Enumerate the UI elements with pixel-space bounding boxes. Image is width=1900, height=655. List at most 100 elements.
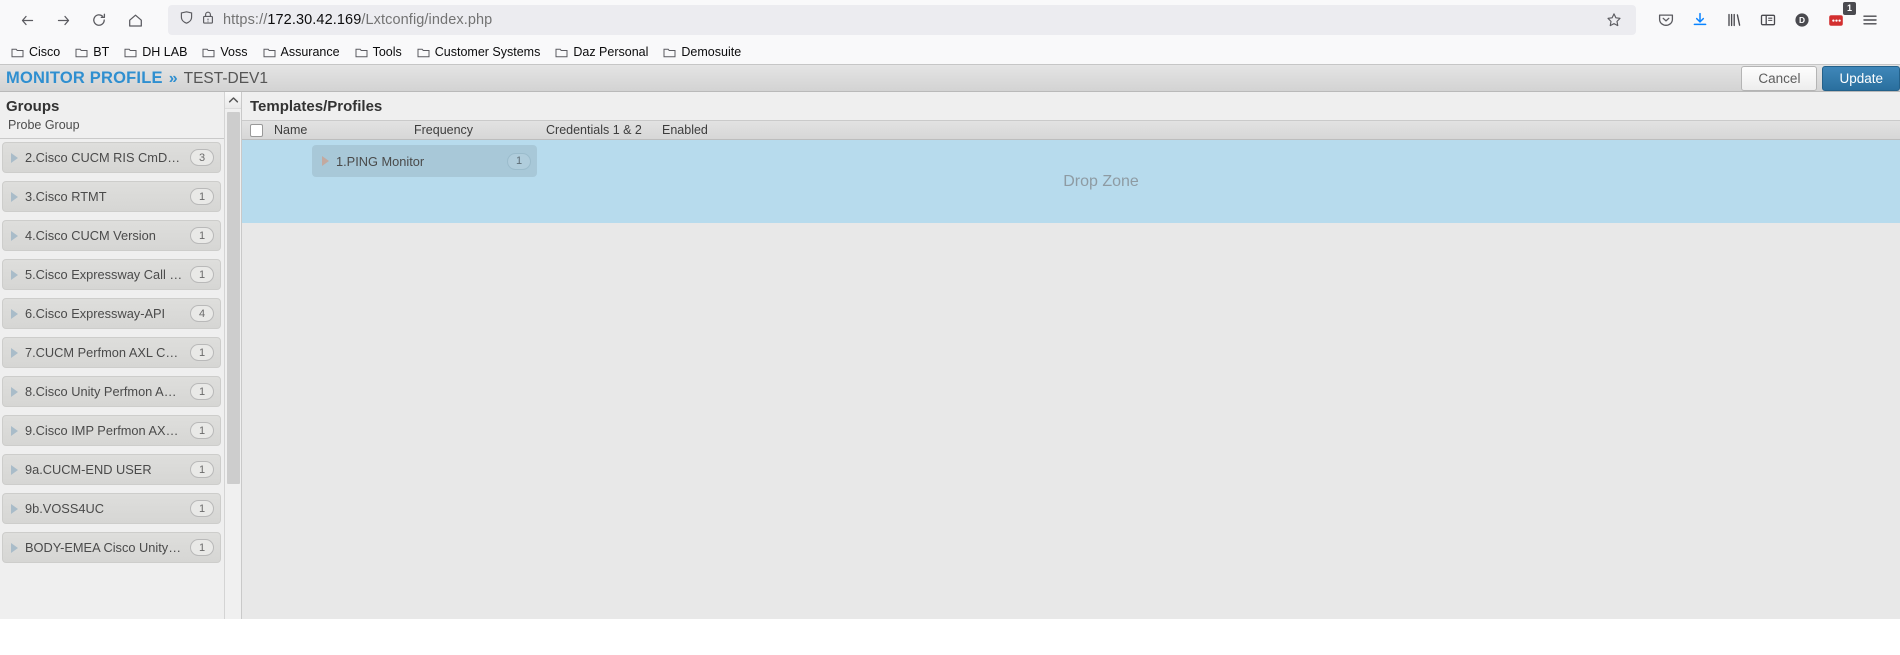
update-button[interactable]: Update	[1822, 66, 1900, 91]
panel-empty-area	[242, 223, 1900, 619]
bookmark-label: Demosuite	[681, 45, 741, 59]
breadcrumb-root-link[interactable]: MONITOR PROFILE	[6, 69, 163, 88]
probe-group-item[interactable]: 7.CUCM Perfmon AXL Counters1	[2, 337, 221, 368]
bookmark-item[interactable]: Cisco	[4, 43, 67, 61]
column-header-enabled[interactable]: Enabled	[662, 123, 762, 137]
probe-group-item[interactable]: 6.Cisco Expressway-API4	[2, 298, 221, 329]
reload-icon[interactable]	[82, 4, 116, 36]
sidebars-icon[interactable]	[1752, 4, 1784, 36]
folder-icon	[124, 47, 137, 58]
probe-group-label: 3.Cisco RTMT	[25, 189, 184, 204]
lock-warning-icon[interactable]	[201, 10, 215, 30]
probe-group-count-badge: 1	[190, 188, 214, 205]
bookmark-item[interactable]: Voss	[195, 43, 254, 61]
probe-group-item[interactable]: 8.Cisco Unity Perfmon AXL Count... 1	[2, 376, 221, 407]
probe-group-label: 8.Cisco Unity Perfmon AXL Count...	[25, 384, 184, 399]
scroll-up-icon[interactable]	[225, 92, 241, 109]
sidebar-scrollbar[interactable]	[224, 92, 241, 619]
home-icon[interactable]	[118, 4, 152, 36]
probe-group-count-badge: 1	[190, 539, 214, 556]
forward-icon[interactable]	[46, 4, 80, 36]
expand-triangle-icon[interactable]	[11, 153, 18, 163]
profile-card-count-badge: 1	[507, 153, 531, 170]
bookmark-item[interactable]: Tools	[348, 43, 409, 61]
expand-triangle-icon[interactable]	[11, 309, 18, 319]
extension-icon[interactable]: 1	[1820, 4, 1852, 36]
select-all-checkbox[interactable]	[250, 124, 263, 137]
probe-group-item[interactable]: 5.Cisco Expressway Call Detail-API1	[2, 259, 221, 290]
breadcrumb-current-item: TEST-DEV1	[184, 70, 268, 88]
expand-triangle-icon[interactable]	[11, 504, 18, 514]
url-bar-icons	[176, 10, 223, 30]
star-icon[interactable]	[1600, 12, 1628, 28]
downloads-icon[interactable]	[1684, 4, 1716, 36]
column-header-credentials[interactable]: Credentials 1 & 2	[546, 123, 662, 137]
folder-icon	[663, 47, 676, 58]
app-body: Groups Probe Group 2.Cisco CUCM RIS CmDe…	[0, 92, 1900, 619]
profile-card-label: 1.PING Monitor	[336, 154, 501, 169]
expand-triangle-icon[interactable]	[11, 270, 18, 280]
probe-group-count-badge: 1	[190, 383, 214, 400]
probe-group-item[interactable]: 9.Cisco IMP Perfmon AXL Counters1	[2, 415, 221, 446]
cancel-button[interactable]: Cancel	[1741, 66, 1817, 91]
probe-group-list: 2.Cisco CUCM RIS CmDevice_creds 3 3.Cisco …	[0, 139, 241, 619]
header-actions: Cancel Update	[1741, 65, 1900, 91]
expand-triangle-icon[interactable]	[11, 192, 18, 202]
folder-icon	[355, 47, 368, 58]
bookmark-item[interactable]: BT	[68, 43, 116, 61]
breadcrumb: MONITOR PROFILE » TEST-DEV1	[6, 69, 268, 88]
probe-group-label: 9a.CUCM-END USER	[25, 462, 184, 477]
probe-group-label: 9b.VOSS4UC	[25, 501, 184, 516]
column-header-name[interactable]: Name	[274, 123, 414, 137]
folder-icon	[202, 47, 215, 58]
folder-icon	[11, 47, 24, 58]
app-menu-icon[interactable]	[1854, 4, 1886, 36]
folder-icon	[555, 47, 568, 58]
probe-group-item[interactable]: 9a.CUCM-END USER1	[2, 454, 221, 485]
svg-text:D: D	[1799, 15, 1805, 25]
bookmark-item[interactable]: DH LAB	[117, 43, 194, 61]
bookmark-item[interactable]: Assurance	[256, 43, 347, 61]
templates-profiles-panel: Templates/Profiles Name Frequency Creden…	[242, 92, 1900, 619]
groups-sidebar: Groups Probe Group 2.Cisco CUCM RIS CmDe…	[0, 92, 242, 619]
bookmark-item[interactable]: Customer Systems	[410, 43, 548, 61]
probe-group-item[interactable]: 2.Cisco CUCM RIS CmDevice_creds 3	[2, 142, 221, 173]
probe-group-item[interactable]: 3.Cisco RTMT 1	[2, 181, 221, 212]
probe-group-item[interactable]: 9b.VOSS4UC1	[2, 493, 221, 524]
probe-group-count-badge: 1	[190, 344, 214, 361]
shield-icon[interactable]	[179, 10, 194, 30]
browser-toolbar-right: D 1	[1650, 4, 1890, 36]
bookmark-label: Assurance	[281, 45, 340, 59]
pocket-icon[interactable]	[1650, 4, 1682, 36]
expand-triangle-icon[interactable]	[11, 465, 18, 475]
expand-triangle-icon[interactable]	[11, 426, 18, 436]
expand-triangle-icon[interactable]	[322, 156, 329, 166]
probe-group-label: 2.Cisco CUCM RIS CmDevice_creds	[25, 150, 184, 165]
probe-group-item[interactable]: BODY-EMEA Cisco Unity Perfmon ...1	[2, 532, 221, 563]
expand-triangle-icon[interactable]	[11, 231, 18, 241]
url-scheme: https://	[223, 12, 267, 28]
url-path: /Lxtconfig/index.php	[361, 12, 492, 28]
account-icon[interactable]: D	[1786, 4, 1818, 36]
expand-triangle-icon[interactable]	[11, 348, 18, 358]
back-icon[interactable]	[10, 4, 44, 36]
app-header: MONITOR PROFILE » TEST-DEV1 Cancel Updat…	[0, 64, 1900, 92]
expand-triangle-icon[interactable]	[11, 387, 18, 397]
library-icon[interactable]	[1718, 4, 1750, 36]
folder-icon	[75, 47, 88, 58]
bookmark-label: Tools	[373, 45, 402, 59]
url-bar[interactable]: https://172.30.42.169/Lxtconfig/index.ph…	[168, 5, 1636, 35]
bookmark-label: Cisco	[29, 45, 60, 59]
probe-group-item[interactable]: 4.Cisco CUCM Version1	[2, 220, 221, 251]
bookmark-item[interactable]: Daz Personal	[548, 43, 655, 61]
browser-chrome: https://172.30.42.169/Lxtconfig/index.ph…	[0, 0, 1900, 64]
expand-triangle-icon[interactable]	[11, 543, 18, 553]
sidebar-scroll-thumb[interactable]	[227, 112, 240, 484]
column-header-frequency[interactable]: Frequency	[414, 123, 546, 137]
url-text[interactable]: https://172.30.42.169/Lxtconfig/index.ph…	[223, 12, 1600, 28]
bookmark-item[interactable]: Demosuite	[656, 43, 748, 61]
profile-card[interactable]: 1.PING Monitor 1	[312, 145, 537, 177]
drop-zone[interactable]: Drop Zone 1.PING Monitor 1	[242, 140, 1900, 223]
probe-group-count-badge: 3	[190, 149, 214, 166]
browser-navigation-bar: https://172.30.42.169/Lxtconfig/index.ph…	[0, 0, 1900, 40]
